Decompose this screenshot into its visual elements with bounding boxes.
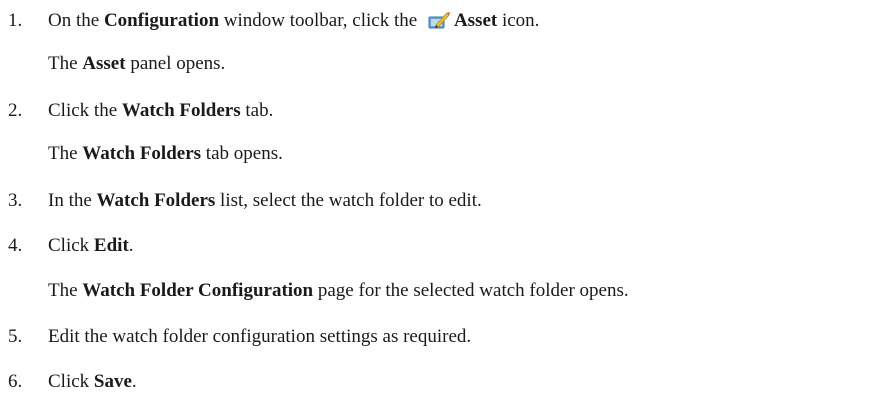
step-number: 4. — [8, 235, 23, 256]
ui-term: Asset — [82, 53, 126, 74]
ui-term: Watch Folders — [96, 190, 216, 211]
step-text: Click Edit. — [48, 235, 134, 256]
step-text: On the Configuration window toolbar, cli… — [48, 10, 540, 31]
step-text: Click the Watch Folders tab. — [48, 100, 274, 121]
ui-term: Watch Folder Configuration — [82, 280, 314, 301]
procedure-document: 1. On the Configuration window toolbar, … — [8, 10, 629, 392]
step-number: 3. — [8, 190, 23, 211]
ui-term: Edit — [93, 235, 129, 256]
step-text: In the Watch Folders list, select the wa… — [48, 190, 482, 211]
step-number: 5. — [8, 326, 23, 347]
asset-icon — [428, 11, 450, 29]
step-text: Edit the watch folder configuration sett… — [48, 326, 472, 347]
step-number: 2. — [8, 100, 23, 121]
step-number: 6. — [8, 371, 23, 392]
step-text: Click Save. — [48, 371, 137, 392]
ui-term: Configuration — [103, 10, 220, 31]
ui-term: Save — [93, 371, 132, 392]
step-number: 1. — [8, 10, 23, 31]
ui-term: Watch Folders — [82, 143, 202, 164]
ui-term: Asset — [453, 10, 498, 31]
ui-term: Watch Folders — [121, 100, 241, 121]
